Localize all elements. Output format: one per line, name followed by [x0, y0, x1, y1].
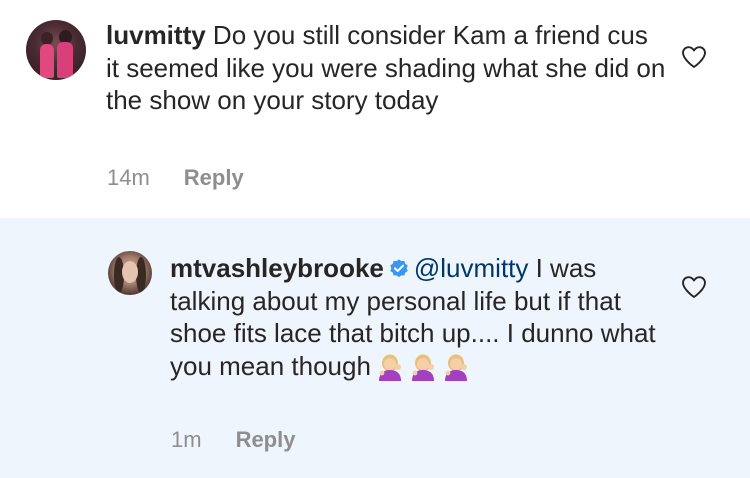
avatar[interactable]	[108, 251, 152, 295]
reply-username[interactable]: mtvashleybrooke	[170, 253, 384, 283]
reply-timestamp: 1m	[171, 427, 202, 452]
comment-username[interactable]: luvmitty	[106, 20, 206, 50]
reply-meta: 1m Reply	[171, 427, 295, 453]
emoji-group	[371, 353, 470, 389]
avatar-figure	[122, 261, 138, 283]
avatar[interactable]	[26, 20, 86, 80]
reply-body: mtvashleybrooke @luvmitty I was talking …	[170, 252, 670, 388]
avatar-figure	[57, 42, 73, 78]
comment: luvmitty Do you still consider Kam a fri…	[0, 0, 750, 218]
comment-meta: 14m Reply	[107, 165, 244, 191]
avatar-figure	[40, 44, 54, 78]
mention-link[interactable]: @luvmitty	[414, 253, 529, 283]
reply-button[interactable]: Reply	[236, 427, 296, 453]
comment-body: luvmitty Do you still consider Kam a fri…	[106, 19, 666, 117]
comment-timestamp: 14m	[107, 165, 150, 190]
woman-tipping-hand-emoji	[378, 354, 401, 381]
woman-tipping-hand-emoji	[411, 354, 434, 381]
heart-icon[interactable]	[681, 275, 707, 299]
reply-button[interactable]: Reply	[184, 165, 244, 191]
woman-tipping-hand-emoji	[444, 354, 467, 381]
verified-badge-icon	[390, 259, 408, 278]
heart-icon[interactable]	[681, 45, 707, 69]
